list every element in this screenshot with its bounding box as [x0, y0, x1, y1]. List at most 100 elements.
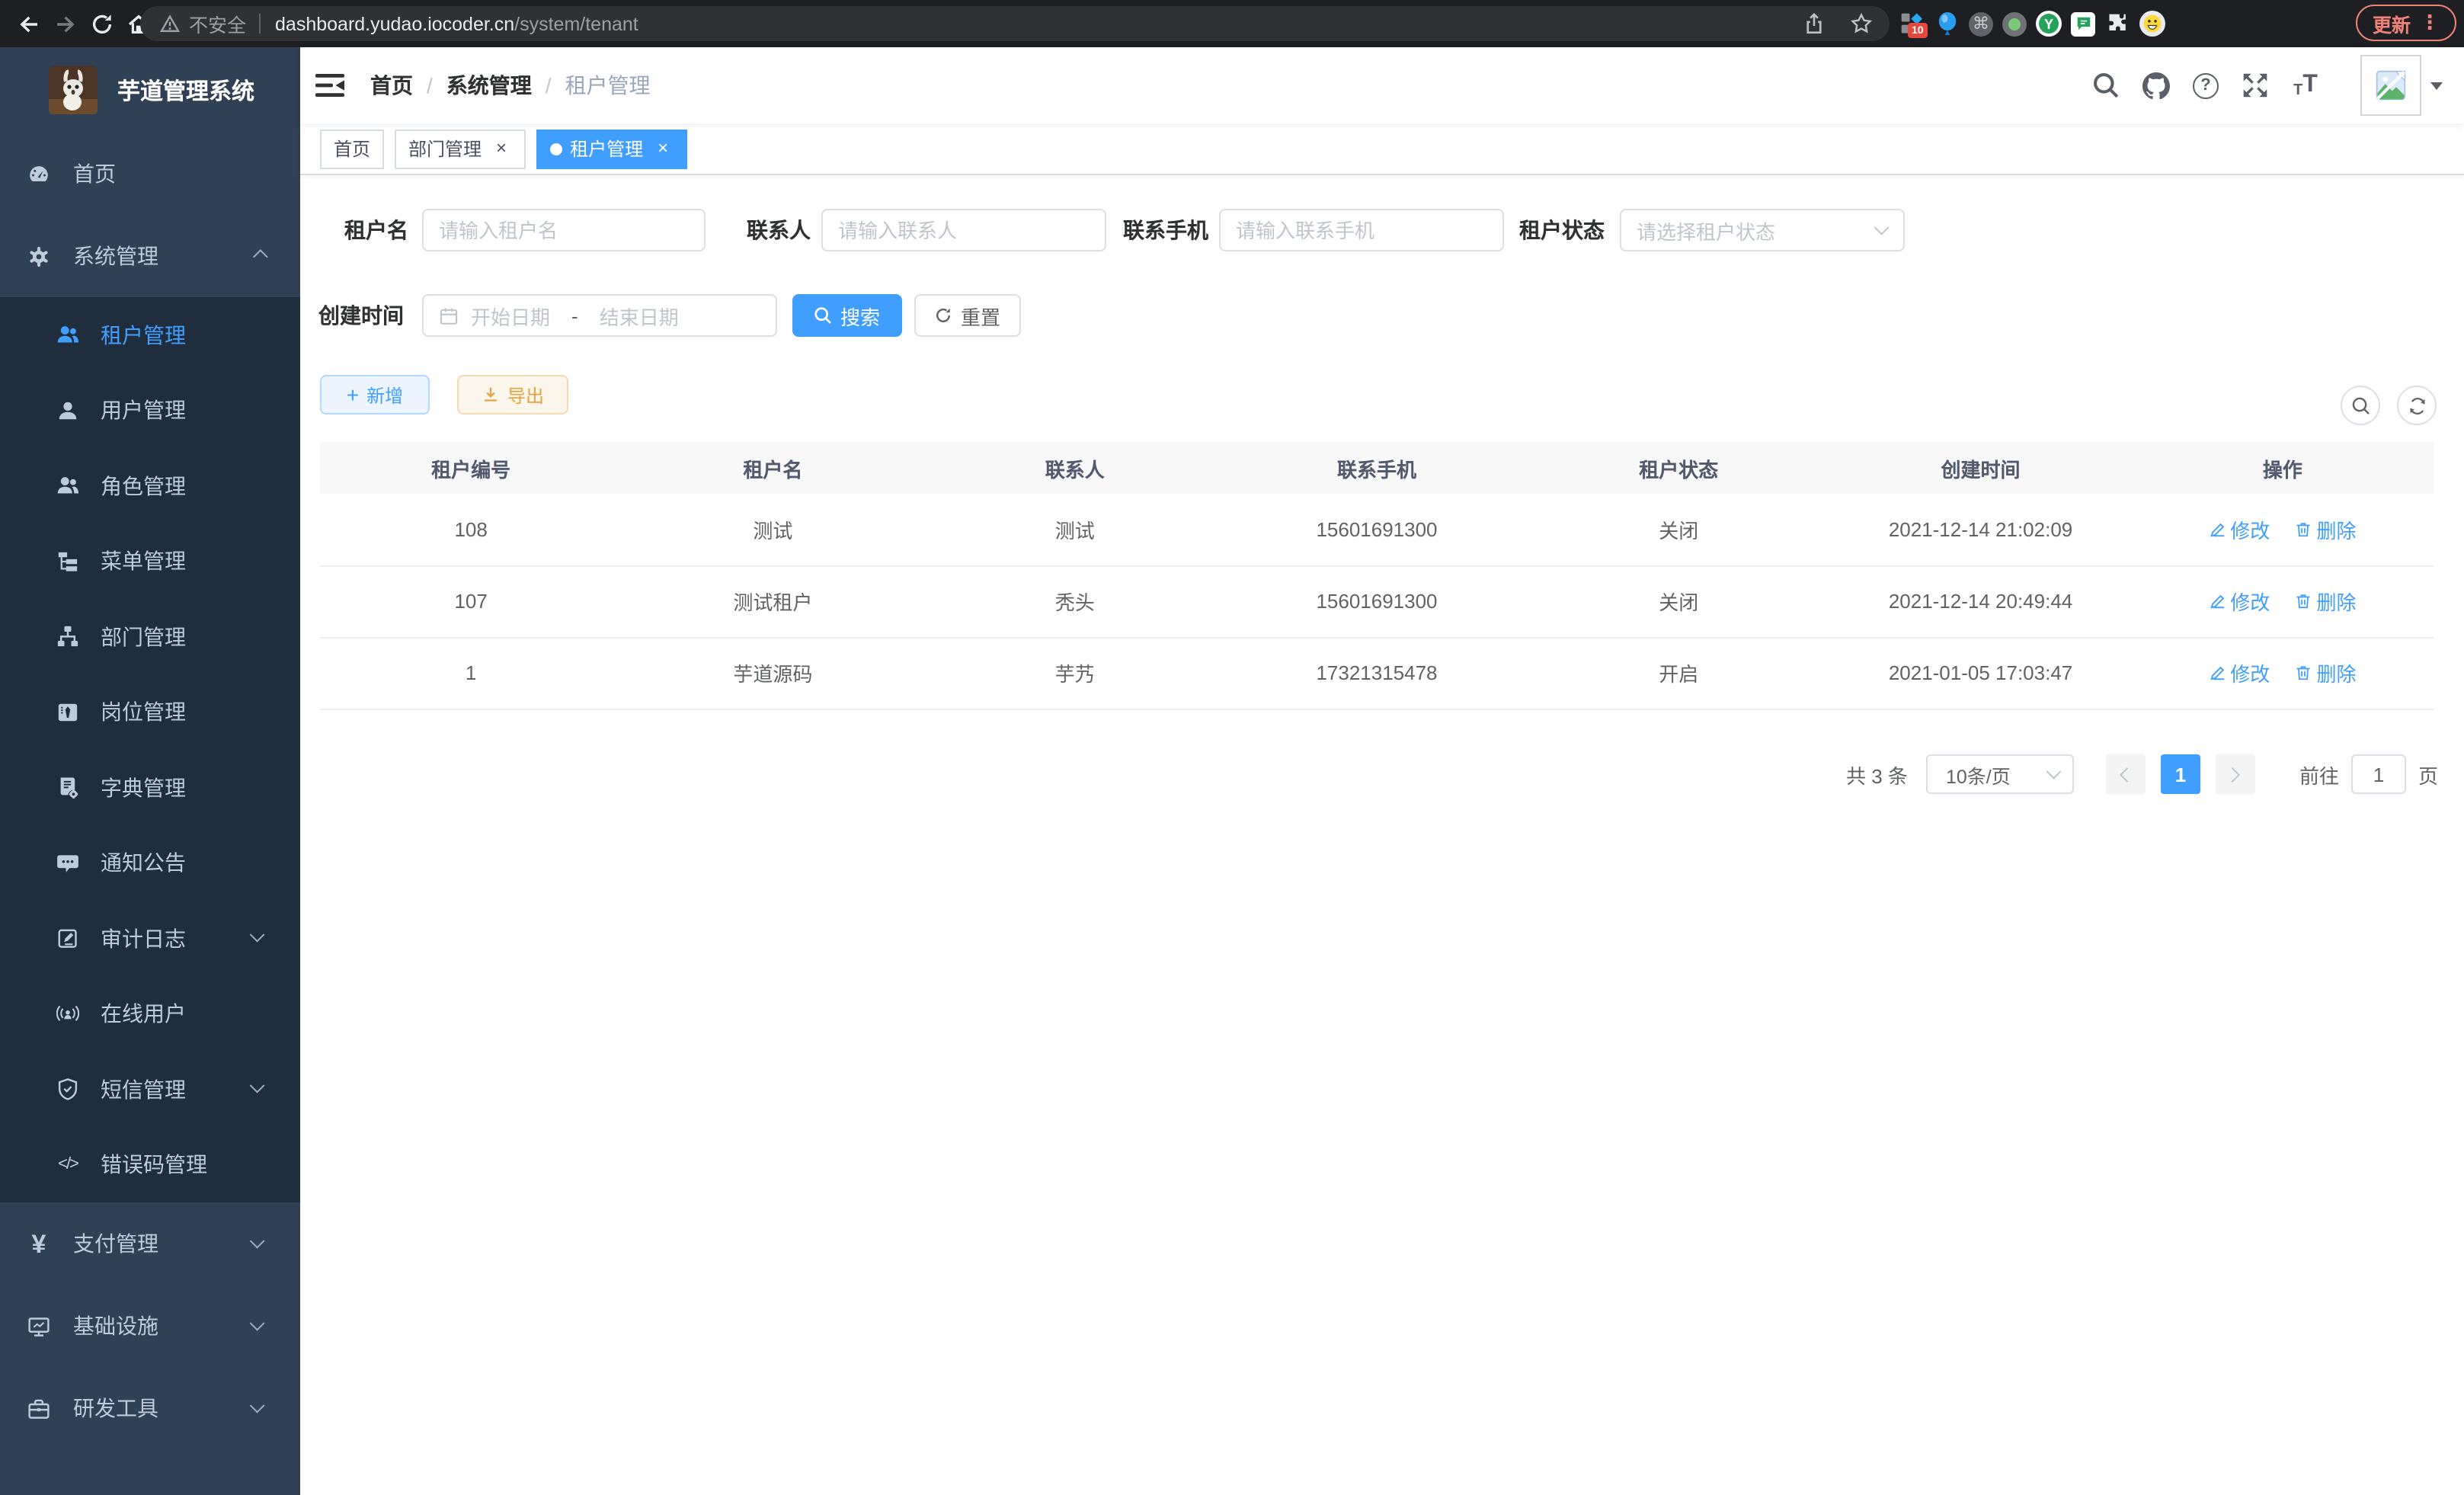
help-icon[interactable]: ? — [2193, 72, 2219, 98]
sidebar-item-role[interactable]: 角色管理 — [0, 448, 300, 523]
tab-home[interactable]: 首页 — [320, 129, 384, 168]
sidebar-item-payment[interactable]: ¥ 支付管理 — [0, 1202, 300, 1285]
contact-input[interactable] — [821, 209, 1106, 251]
sidebar-item-dept[interactable]: 部门管理 — [0, 599, 300, 674]
delete-button[interactable]: 删除 — [2295, 658, 2356, 687]
status-value: 开启 — [1528, 637, 1829, 709]
sidebar-item-label: 通知公告 — [101, 848, 186, 879]
forward-arrow-icon[interactable] — [52, 11, 78, 37]
font-size-icon[interactable]: TT — [2292, 72, 2319, 99]
sidebar-item-error-code[interactable]: </> 错误码管理 — [0, 1127, 300, 1202]
prev-page-button[interactable] — [2106, 754, 2146, 794]
caret-down-icon[interactable] — [2430, 82, 2443, 89]
sidebar-item-label: 研发工具 — [73, 1393, 158, 1423]
sidebar-toggle-icon[interactable] — [315, 73, 346, 98]
date-range-input[interactable]: 开始日期 - 结束日期 — [422, 294, 777, 337]
users-icon — [56, 324, 79, 347]
breadcrumb-system[interactable]: 系统管理 — [446, 70, 532, 101]
sidebar-logo[interactable]: 芋道管理系统 — [0, 47, 300, 133]
balloon-extension-icon[interactable] — [1934, 11, 1960, 37]
chevron-down-icon — [250, 1233, 265, 1248]
command-extension-icon[interactable]: ⌘ — [1969, 11, 1993, 36]
sidebar-item-home[interactable]: 首页 — [0, 133, 300, 215]
emoji-profile-icon[interactable] — [2139, 11, 2165, 37]
puzzle-extensions-icon[interactable] — [2104, 11, 2130, 37]
top-navbar: 首页 / 系统管理 / 租户管理 ? — [300, 47, 2464, 123]
create-time-label: 创建时间 — [318, 294, 404, 337]
search-button[interactable]: 搜索 — [792, 294, 902, 337]
status-select[interactable]: 请选择租户状态 — [1620, 209, 1905, 251]
sidebar-item-post[interactable]: 岗位管理 — [0, 674, 300, 750]
page-size-select[interactable]: 10条/页 — [1926, 754, 2074, 794]
search-icon[interactable] — [2092, 72, 2120, 99]
page-number-current[interactable]: 1 — [2161, 754, 2200, 794]
edit-button[interactable]: 修改 — [2209, 587, 2270, 616]
edit-button[interactable]: 修改 — [2209, 658, 2270, 687]
col-mobile: 联系手机 — [1226, 442, 1528, 494]
sidebar-item-label: 审计日志 — [101, 924, 186, 954]
y-green-extension-icon[interactable]: Y — [2036, 11, 2062, 37]
fullscreen-icon[interactable] — [2242, 72, 2269, 99]
sidebar-item-user[interactable]: 用户管理 — [0, 373, 300, 448]
chevron-down-icon — [250, 1315, 265, 1330]
export-button[interactable]: 导出 — [457, 375, 568, 415]
tab-dept[interactable]: 部门管理 × — [395, 129, 526, 168]
page-unit-label: 页 — [2418, 760, 2438, 789]
sidebar-item-sms[interactable]: 短信管理 — [0, 1052, 300, 1127]
record-extension-icon[interactable] — [2002, 11, 2027, 36]
tenant-name-input[interactable] — [422, 209, 706, 251]
mobile-input[interactable] — [1219, 209, 1504, 251]
edit-pencil-icon — [2209, 593, 2226, 610]
breadcrumb-home[interactable]: 首页 — [370, 70, 413, 101]
url-host: dashboard.yudao.iocoder.cn — [275, 13, 514, 34]
sidebar-item-infra[interactable]: 基础设施 — [0, 1285, 300, 1367]
main-panel: 首页 / 系统管理 / 租户管理 ? — [300, 47, 2464, 1495]
goto-label: 前往 — [2299, 760, 2339, 789]
back-arrow-icon[interactable] — [15, 11, 41, 37]
delete-button[interactable]: 删除 — [2295, 515, 2356, 544]
yen-icon: ¥ — [27, 1231, 50, 1257]
sidebar-item-online-users[interactable]: 在线用户 — [0, 976, 300, 1052]
bookmark-star-icon[interactable] — [1848, 11, 1874, 37]
goto-page-input[interactable] — [2351, 754, 2406, 794]
sidebar-item-dict[interactable]: 字典管理 — [0, 750, 300, 825]
breadcrumb-current: 租户管理 — [565, 70, 651, 101]
reload-icon[interactable] — [88, 11, 114, 37]
share-icon[interactable] — [1801, 11, 1827, 37]
avatar[interactable] — [2360, 55, 2421, 116]
insecure-warning-icon — [158, 13, 180, 34]
sidebar-item-label: 部门管理 — [101, 622, 186, 652]
address-bar[interactable]: 不安全 dashboard.yudao.iocoder.cn/system/te… — [140, 6, 1890, 41]
more-vertical-icon[interactable]: ⋮ — [2420, 11, 2440, 35]
browser-update-button[interactable]: 更新 ⋮ — [2356, 5, 2456, 41]
close-icon[interactable]: × — [652, 138, 674, 159]
sidebar-item-label: 菜单管理 — [101, 546, 186, 577]
github-icon[interactable] — [2142, 72, 2170, 99]
table-row: 107 测试租户 秃头 15601691300 关闭 2021-12-14 20… — [320, 565, 2434, 637]
edit-button[interactable]: 修改 — [2209, 515, 2270, 544]
chevron-down-icon — [250, 1078, 265, 1093]
sidebar-item-system[interactable]: 系统管理 — [0, 215, 300, 297]
delete-button[interactable]: 删除 — [2295, 587, 2356, 616]
pagination: 共 3 条 10条/页 1 前往 页 — [1846, 754, 2438, 794]
chat-extension-icon[interactable] — [2071, 11, 2095, 36]
search-icon — [814, 306, 833, 325]
refresh-icon — [2407, 395, 2427, 415]
refresh-table-button[interactable] — [2397, 386, 2437, 425]
sidebar-item-notice[interactable]: 通知公告 — [0, 825, 300, 901]
sidebar-item-dev-tools[interactable]: 研发工具 — [0, 1367, 300, 1449]
gear-icon — [27, 245, 50, 267]
grid-extension-icon[interactable]: 10 — [1899, 11, 1925, 37]
add-button[interactable]: + 新增 — [320, 375, 430, 415]
hide-search-button[interactable] — [2341, 386, 2380, 425]
sidebar-item-tenant[interactable]: 租户管理 — [0, 297, 300, 373]
sidebar-item-audit-log[interactable]: 审计日志 — [0, 901, 300, 976]
reset-button[interactable]: 重置 — [914, 294, 1021, 337]
close-icon[interactable]: × — [491, 138, 512, 159]
user-icon — [56, 399, 79, 422]
code-icon: </> — [56, 1157, 79, 1173]
security-label[interactable]: 不安全 — [189, 9, 246, 38]
next-page-button[interactable] — [2216, 754, 2255, 794]
tab-tenant[interactable]: 租户管理 × — [536, 129, 687, 168]
sidebar-item-menu[interactable]: 菜单管理 — [0, 523, 300, 599]
